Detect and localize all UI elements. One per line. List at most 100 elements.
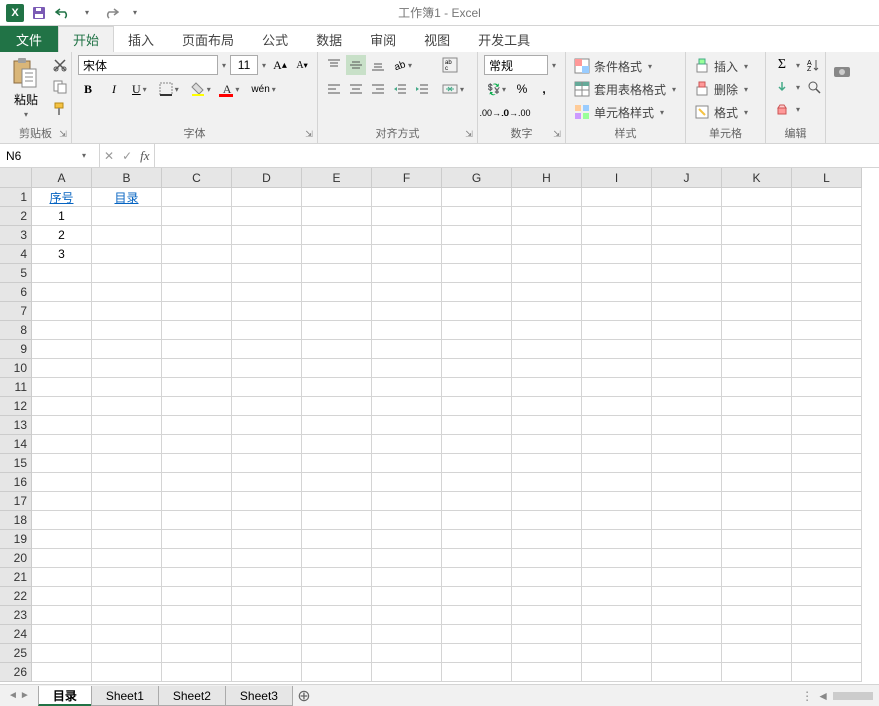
cell-F15[interactable] [372,454,442,473]
cell-G24[interactable] [442,625,512,644]
cell-F12[interactable] [372,397,442,416]
excel-app-icon[interactable]: X [4,2,26,24]
cell-D10[interactable] [232,359,302,378]
cell-E2[interactable] [302,207,372,226]
cell-J21[interactable] [652,568,722,587]
align-top-icon[interactable] [324,55,344,75]
cell-F16[interactable] [372,473,442,492]
row-header-19[interactable]: 19 [0,530,32,549]
cell-K9[interactable] [722,340,792,359]
merge-center-button[interactable]: ▾ [440,79,468,99]
cell-C17[interactable] [162,492,232,511]
cell-G25[interactable] [442,644,512,663]
paste-dropdown-icon[interactable]: ▾ [22,110,30,119]
cell-C3[interactable] [162,226,232,245]
cell-G22[interactable] [442,587,512,606]
cell-H11[interactable] [512,378,582,397]
cell-F3[interactable] [372,226,442,245]
cell-F24[interactable] [372,625,442,644]
cell-H10[interactable] [512,359,582,378]
cell-F7[interactable] [372,302,442,321]
cell-C1[interactable] [162,188,232,207]
cell-C23[interactable] [162,606,232,625]
cut-icon[interactable] [50,55,70,75]
cell-E10[interactable] [302,359,372,378]
bold-button[interactable]: B [78,79,98,99]
cell-H4[interactable] [512,245,582,264]
tab-formulas[interactable]: 公式 [248,26,302,52]
cell-J24[interactable] [652,625,722,644]
cell-J23[interactable] [652,606,722,625]
redo-icon[interactable] [100,2,122,24]
cell-D5[interactable] [232,264,302,283]
camera-icon[interactable] [832,61,852,81]
cell-I12[interactable] [582,397,652,416]
cell-F26[interactable] [372,663,442,682]
cell-D18[interactable] [232,511,302,530]
row-header-3[interactable]: 3 [0,226,32,245]
cell-H19[interactable] [512,530,582,549]
cell-J14[interactable] [652,435,722,454]
cell-F17[interactable] [372,492,442,511]
col-header-J[interactable]: J [652,168,722,188]
row-header-16[interactable]: 16 [0,473,32,492]
cell-E5[interactable] [302,264,372,283]
cell-J18[interactable] [652,511,722,530]
cell-L6[interactable] [792,283,862,302]
cell-J3[interactable] [652,226,722,245]
cell-L5[interactable] [792,264,862,283]
cell-F11[interactable] [372,378,442,397]
format-table-button[interactable]: 套用表格格式▾ [572,78,680,100]
cell-F21[interactable] [372,568,442,587]
spreadsheet-grid[interactable]: ABCDEFGHIJKL 123456789101112131415161718… [0,168,879,684]
tab-developer[interactable]: 开发工具 [464,26,544,52]
cell-A18[interactable] [32,511,92,530]
font-name-dropdown-icon[interactable]: ▾ [220,61,228,70]
cell-K4[interactable] [722,245,792,264]
cell-K14[interactable] [722,435,792,454]
row-header-5[interactable]: 5 [0,264,32,283]
cell-G3[interactable] [442,226,512,245]
cell-L24[interactable] [792,625,862,644]
col-header-C[interactable]: C [162,168,232,188]
cell-A8[interactable] [32,321,92,340]
align-bottom-icon[interactable] [368,55,388,75]
row-header-2[interactable]: 2 [0,207,32,226]
cell-C14[interactable] [162,435,232,454]
cell-K24[interactable] [722,625,792,644]
cell-J8[interactable] [652,321,722,340]
cell-C24[interactable] [162,625,232,644]
cell-A17[interactable] [32,492,92,511]
cell-K16[interactable] [722,473,792,492]
cell-L8[interactable] [792,321,862,340]
clipboard-launcher-icon[interactable]: ⇲ [57,128,69,140]
cell-B11[interactable] [92,378,162,397]
cell-I18[interactable] [582,511,652,530]
cell-B16[interactable] [92,473,162,492]
cell-C2[interactable] [162,207,232,226]
cell-K7[interactable] [722,302,792,321]
col-header-L[interactable]: L [792,168,862,188]
cell-B5[interactable] [92,264,162,283]
cell-D22[interactable] [232,587,302,606]
cell-L19[interactable] [792,530,862,549]
cell-B6[interactable] [92,283,162,302]
decrease-decimal-icon[interactable]: .0→.00 [506,103,526,123]
cell-H24[interactable] [512,625,582,644]
tab-view[interactable]: 视图 [410,26,464,52]
cell-G23[interactable] [442,606,512,625]
cell-J1[interactable] [652,188,722,207]
cell-L10[interactable] [792,359,862,378]
cell-K15[interactable] [722,454,792,473]
cell-E13[interactable] [302,416,372,435]
cell-K18[interactable] [722,511,792,530]
tab-page-layout[interactable]: 页面布局 [168,26,248,52]
col-header-B[interactable]: B [92,168,162,188]
cell-H22[interactable] [512,587,582,606]
cell-F22[interactable] [372,587,442,606]
borders-button[interactable]: ▾ [157,80,183,98]
number-format-input[interactable] [484,55,548,75]
cell-E9[interactable] [302,340,372,359]
cell-F9[interactable] [372,340,442,359]
orientation-button[interactable]: ab▾ [390,56,416,74]
